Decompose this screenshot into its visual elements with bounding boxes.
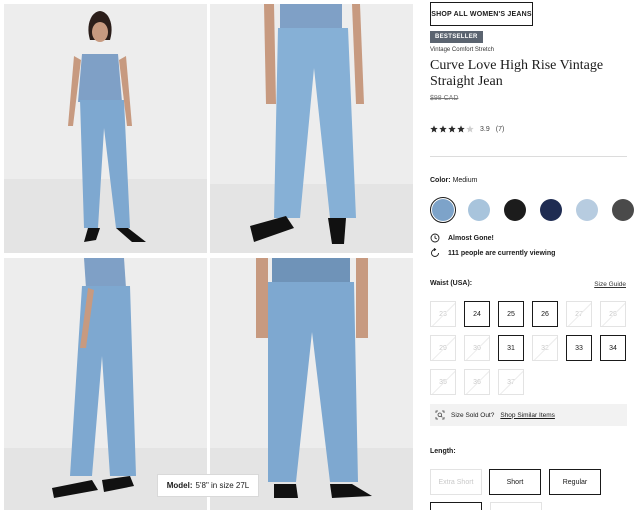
color-swatch[interactable] xyxy=(610,197,636,223)
product-gallery: Model: 5'8" in size 27L xyxy=(0,0,415,510)
next-option-row-partial xyxy=(430,502,482,510)
color-swatch[interactable] xyxy=(502,197,528,223)
sold-out-text: Size Sold Out? xyxy=(451,411,495,419)
product-subtitle: Vintage Comfort Stretch xyxy=(430,47,494,53)
color-swatches xyxy=(430,197,636,223)
star-icon xyxy=(466,125,474,133)
almost-gone-alert: Almost Gone! xyxy=(430,233,494,243)
product-rating[interactable]: 3.9 (7) xyxy=(430,125,504,133)
waist-size-option[interactable]: 32 xyxy=(532,335,558,361)
next-option-row-partial xyxy=(490,502,542,510)
waist-size-option[interactable]: 27 xyxy=(566,301,592,327)
waist-size-option[interactable]: 31 xyxy=(498,335,524,361)
divider xyxy=(430,156,627,157)
color-swatch-fill xyxy=(576,199,598,221)
length-option[interactable]: Extra Short xyxy=(430,469,482,495)
color-swatch[interactable] xyxy=(430,197,456,223)
model-caption-label: Model: xyxy=(166,481,193,490)
color-label: Color: Medium xyxy=(430,177,477,184)
rating-score: 3.9 xyxy=(480,125,490,133)
waist-label: Waist (USA): xyxy=(430,280,473,287)
clock-icon xyxy=(430,233,440,243)
size-guide-link[interactable]: Size Guide xyxy=(594,281,626,288)
product-price: $98 CAD xyxy=(430,95,459,102)
waist-size-option[interactable]: 23 xyxy=(430,301,456,327)
bestseller-badge: BESTSELLER xyxy=(430,31,483,43)
almost-gone-text: Almost Gone! xyxy=(448,234,494,242)
waist-size-option[interactable]: 24 xyxy=(464,301,490,327)
viewing-text: 111 people are currently viewing xyxy=(448,249,556,257)
product-photo-front-closeup[interactable] xyxy=(210,4,413,253)
color-swatch-fill xyxy=(468,199,490,221)
color-swatch-fill xyxy=(504,199,526,221)
product-info-panel: SHOP ALL WOMEN'S JEANS BESTSELLER Vintag… xyxy=(430,0,640,510)
shop-all-womens-jeans-button[interactable]: SHOP ALL WOMEN'S JEANS xyxy=(430,2,533,26)
waist-size-option[interactable]: 29 xyxy=(430,335,456,361)
color-swatch[interactable] xyxy=(466,197,492,223)
color-swatch[interactable] xyxy=(574,197,600,223)
product-photo-side[interactable] xyxy=(4,258,207,510)
color-swatch[interactable] xyxy=(538,197,564,223)
color-swatch-fill xyxy=(540,199,562,221)
waist-size-option[interactable]: 35 xyxy=(430,369,456,395)
waist-size-option[interactable]: 26 xyxy=(532,301,558,327)
waist-size-option[interactable]: 37 xyxy=(498,369,524,395)
waist-size-option[interactable]: 33 xyxy=(566,335,592,361)
size-sold-out-banner: Size Sold Out? Shop Similar Items xyxy=(430,404,627,426)
rating-stars xyxy=(430,125,474,133)
model-caption-value: 5'8" in size 27L xyxy=(195,481,250,490)
product-photo-back[interactable] xyxy=(210,258,413,510)
star-icon xyxy=(430,125,438,133)
viewing-alert: 111 people are currently viewing xyxy=(430,248,555,258)
star-icon xyxy=(448,125,456,133)
waist-size-option[interactable]: 28 xyxy=(600,301,626,327)
waist-size-option[interactable]: 30 xyxy=(464,335,490,361)
color-label-text: Color: xyxy=(430,177,451,184)
color-swatch-fill xyxy=(432,199,454,221)
waist-size-option[interactable]: 25 xyxy=(498,301,524,327)
product-photo-front-full[interactable] xyxy=(4,4,207,253)
waist-size-option[interactable]: 36 xyxy=(464,369,490,395)
refresh-icon xyxy=(431,248,439,257)
star-icon xyxy=(457,125,465,133)
rating-count: (7) xyxy=(495,125,505,133)
product-title: Curve Love High Rise Vintage Straight Je… xyxy=(430,58,604,89)
color-swatch-fill xyxy=(612,199,634,221)
model-size-caption: Model: 5'8" in size 27L xyxy=(157,474,259,497)
color-selected-value: Medium xyxy=(452,177,478,184)
similar-search-icon xyxy=(435,410,445,420)
star-icon xyxy=(439,125,447,133)
length-option[interactable]: Regular xyxy=(549,469,601,495)
length-option[interactable]: Short xyxy=(489,469,541,495)
waist-size-option[interactable]: 34 xyxy=(600,335,626,361)
shop-similar-items-link[interactable]: Shop Similar Items xyxy=(500,412,555,419)
length-label: Length: xyxy=(430,448,456,455)
